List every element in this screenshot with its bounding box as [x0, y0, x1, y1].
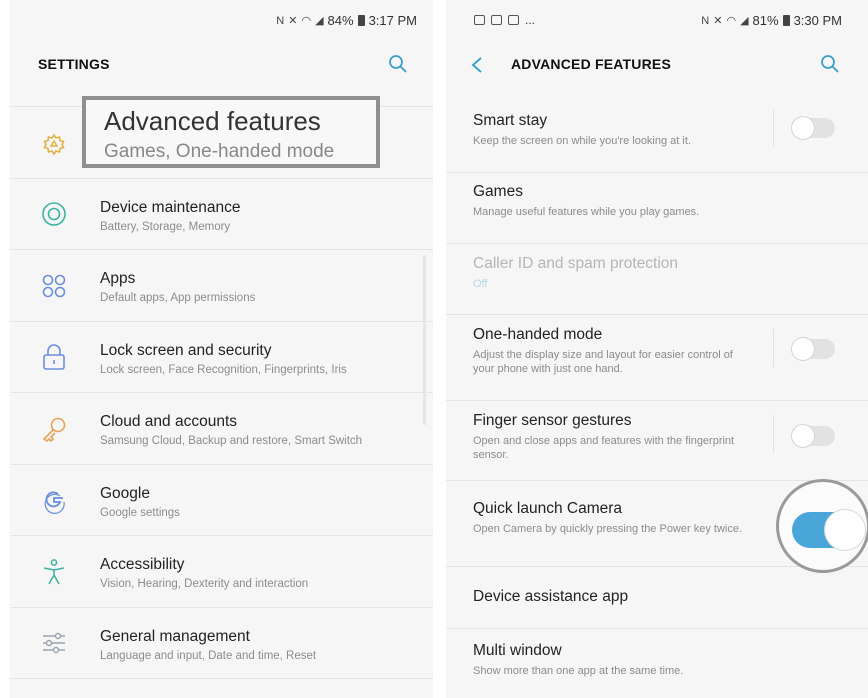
setting-smart-stay[interactable]: Smart stay Keep the screen on while you'… [446, 102, 868, 172]
settings-item-apps[interactable]: Apps Default apps, App permissions [10, 249, 433, 322]
more-notifications: ... [525, 13, 536, 27]
status-bar: ... Ν ✕ ◠ ◢ 81% 3:30 PM [446, 0, 868, 42]
mute-icon: ✕ [713, 15, 723, 27]
item-title: Google [100, 485, 150, 502]
quick-launch-camera-toggle[interactable] [792, 509, 866, 551]
signal-icon: ◢ [315, 15, 324, 27]
battery-percent: 84% [327, 13, 354, 28]
notification-icon [491, 15, 502, 25]
item-subtitle: Open and close apps and features with th… [473, 435, 735, 461]
item-subtitle: Show more than one app at the same time. [473, 665, 684, 677]
setting-games[interactable]: Games Manage useful features while you p… [446, 172, 868, 244]
item-title: Device maintenance [100, 199, 241, 216]
battery-icon [357, 15, 365, 26]
item-title: Games [473, 183, 523, 200]
wifi-icon: ◠ [726, 15, 737, 27]
search-icon[interactable] [388, 54, 408, 74]
finger-sensor-toggle[interactable] [791, 424, 835, 448]
setting-multi-window[interactable]: Multi window Show more than one app at t… [446, 628, 868, 698]
apps-icon [42, 274, 66, 298]
clock: 3:30 PM [793, 13, 842, 28]
lock-icon [43, 344, 65, 370]
app-bar: SETTINGS [10, 42, 433, 86]
setting-device-assistance-app[interactable]: Device assistance app [446, 566, 868, 629]
item-title: Finger sensor gestures [473, 412, 632, 429]
signal-icon: ◢ [740, 15, 749, 27]
item-title: Device assistance app [473, 588, 629, 605]
battery-icon [782, 15, 790, 26]
notification-icon [474, 15, 485, 25]
item-subtitle: Adjust the display size and layout for e… [473, 349, 733, 375]
scrollbar[interactable] [423, 255, 426, 425]
setting-one-handed-mode[interactable]: One-handed mode Adjust the display size … [446, 314, 868, 401]
one-handed-mode-toggle[interactable] [791, 337, 835, 361]
item-subtitle: Lock screen, Face Recognition, Fingerpri… [100, 364, 347, 376]
image-icon [508, 15, 519, 25]
wifi-icon: ◠ [301, 15, 312, 27]
item-subtitle: Samsung Cloud, Backup and restore, Smart… [100, 435, 363, 447]
mute-icon: ✕ [288, 15, 298, 27]
smart-stay-toggle[interactable] [791, 116, 835, 140]
page-title: SETTINGS [38, 56, 110, 72]
advanced-gear-icon [43, 133, 65, 156]
setting-finger-sensor-gestures[interactable]: Finger sensor gestures Open and close ap… [446, 400, 868, 481]
settings-item-device-maintenance[interactable]: Device maintenance Battery, Storage, Mem… [10, 178, 433, 250]
item-subtitle: Language and input, Date and time, Reset [100, 650, 317, 662]
advanced-features-subtitle: Games, One-handed mode [104, 141, 335, 162]
settings-item-cloud-accounts[interactable]: Cloud and accounts Samsung Cloud, Backup… [10, 392, 433, 465]
settings-item-accessibility[interactable]: Accessibility Vision, Hearing, Dexterity… [10, 535, 433, 608]
item-title: Cloud and accounts [100, 413, 238, 430]
battery-percent: 81% [752, 13, 779, 28]
page-title: ADVANCED FEATURES [511, 56, 671, 72]
item-subtitle: Manage useful features while you play ga… [473, 206, 700, 218]
item-title: General management [100, 628, 250, 645]
divider [773, 329, 774, 367]
item-title: One-handed mode [473, 326, 603, 343]
status-bar: Ν ✕ ◠ ◢ 84% 3:17 PM [10, 0, 433, 42]
settings-screen: Ν ✕ ◠ ◢ 84% 3:17 PM SETTINGS Advanced fe… [10, 0, 433, 698]
item-subtitle: Off [473, 278, 488, 290]
item-title: Quick launch Camera [473, 500, 623, 517]
nfc-icon: Ν [276, 14, 285, 27]
toggle-knob [791, 424, 815, 448]
item-title: Lock screen and security [100, 342, 272, 359]
key-icon [42, 417, 66, 443]
item-subtitle: Default apps, App permissions [100, 292, 256, 304]
app-bar: ADVANCED FEATURES [446, 42, 868, 86]
item-title: Caller ID and spam protection [473, 255, 679, 272]
divider [773, 415, 774, 453]
zoom-highlight-circle [776, 479, 868, 573]
list-item [10, 678, 433, 698]
setting-caller-id: Caller ID and spam protection Off [446, 243, 868, 315]
sliders-icon [43, 632, 65, 654]
advanced-features-screen: ... Ν ✕ ◠ ◢ 81% 3:30 PM ADVANCED FEATURE… [446, 0, 868, 698]
settings-item-general-management[interactable]: General management Language and input, D… [10, 607, 433, 679]
settings-item-google[interactable]: Google Google settings [10, 464, 433, 536]
toggle-knob [791, 116, 815, 140]
item-subtitle: Open Camera by quickly pressing the Powe… [473, 523, 743, 535]
back-arrow-icon[interactable] [470, 56, 484, 74]
toggle-knob [824, 509, 866, 551]
google-icon [44, 491, 65, 514]
item-title: Multi window [473, 642, 562, 659]
item-title: Apps [100, 270, 136, 287]
item-subtitle: Google settings [100, 507, 180, 519]
item-title: Smart stay [473, 112, 548, 129]
item-title: Accessibility [100, 556, 185, 573]
toggle-knob [791, 337, 815, 361]
item-subtitle: Battery, Storage, Memory [100, 221, 231, 233]
nfc-icon: Ν [701, 14, 710, 27]
maintenance-icon [42, 202, 66, 226]
accessibility-icon [43, 559, 65, 585]
divider [773, 110, 774, 146]
settings-item-lock-screen[interactable]: Lock screen and security Lock screen, Fa… [10, 321, 433, 393]
search-icon[interactable] [820, 54, 840, 74]
item-subtitle: Vision, Hearing, Dexterity and interacti… [100, 578, 309, 590]
advanced-features-title: Advanced features [104, 106, 321, 136]
clock: 3:17 PM [368, 13, 417, 28]
highlight-box: Advanced features Games, One-handed mode [82, 96, 380, 168]
item-subtitle: Keep the screen on while you're looking … [473, 135, 691, 147]
